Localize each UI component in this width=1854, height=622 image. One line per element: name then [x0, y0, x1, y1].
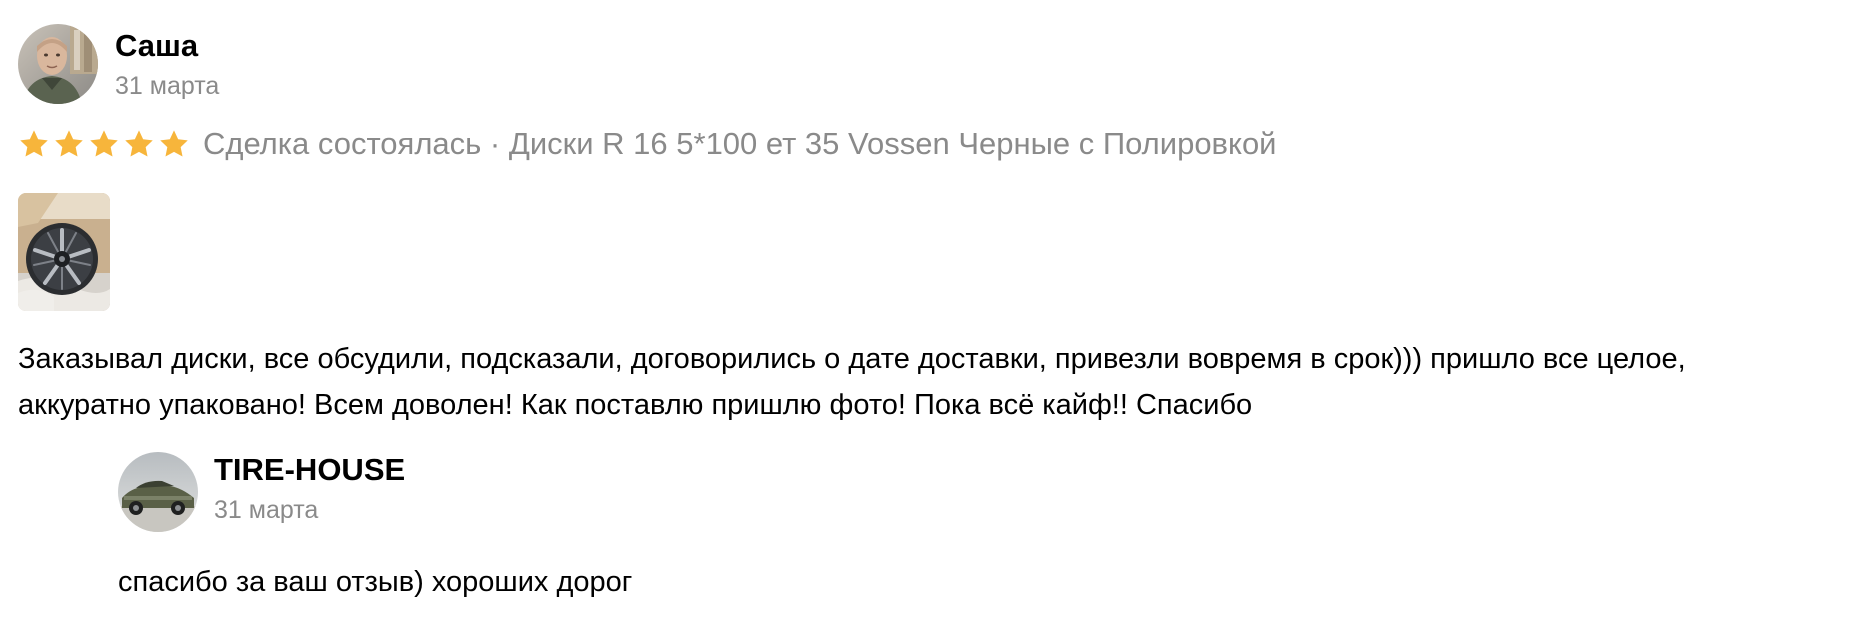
review-rating-row: Сделка состоялась · Диски R 16 5*100 ет … [18, 124, 1277, 164]
star-icon [20, 130, 48, 157]
deal-status-text: Сделка состоялась · Диски R 16 5*100 ет … [203, 126, 1277, 161]
review-text-line: Заказывал диски, все обсудили, подсказал… [18, 343, 1686, 375]
reply-date: 31 марта [214, 496, 319, 524]
reply-body: спасибо за ваш отзыв) хороших дорог [118, 566, 633, 598]
review-text-line: аккуратно упаковано! Всем доволен! Как п… [18, 389, 1253, 421]
review-body: Заказывал диски, все обсудили, подсказал… [18, 336, 1838, 428]
seller-avatar-icon[interactable] [118, 452, 198, 532]
star-icon [90, 130, 118, 157]
star-icon [160, 130, 188, 157]
review-author-name[interactable]: Саша [115, 28, 198, 64]
star-icon [125, 130, 153, 157]
seller-name[interactable]: TIRE-HOUSE [214, 452, 405, 488]
user-avatar-icon[interactable] [18, 24, 98, 104]
review-date: 31 марта [115, 72, 220, 100]
star-icon [55, 130, 83, 157]
wheel-rim-photo-icon [18, 193, 110, 311]
review-photo-thumbnail[interactable] [18, 193, 110, 311]
rating-stars [18, 128, 190, 160]
